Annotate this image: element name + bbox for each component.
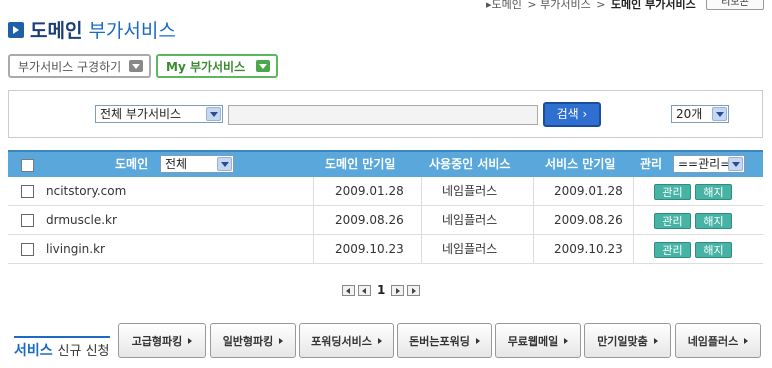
service-type-value: 전체 부가서비스 [100, 107, 182, 121]
page-title-sub: 부가서비스 [88, 20, 176, 42]
pagination: 1 [342, 283, 421, 297]
service-button-paid-forwarding[interactable]: 돈버는포워딩 [397, 323, 492, 358]
arrow-right-icon [475, 337, 480, 344]
row-domain[interactable]: ncitstory.com [46, 177, 126, 205]
row-domain[interactable]: drmuscle.kr [46, 206, 117, 234]
current-page[interactable]: 1 [374, 283, 388, 297]
col-domain: 도메인 [115, 157, 149, 171]
remote-label: 리모콘 [721, 0, 749, 8]
row-service: 네임플러스 [442, 184, 498, 198]
tab-my-addons-label: My 부가서비스 [166, 59, 246, 74]
prev-page-icon[interactable] [358, 284, 371, 296]
manage-action-select[interactable]: ==관리== [673, 155, 745, 173]
chevron-down-icon [256, 60, 270, 72]
tab-my-addons[interactable]: My 부가서비스 [156, 54, 278, 78]
service-button-label: 돈버는포워딩 [409, 334, 470, 348]
service-button-free-webmail[interactable]: 무료웹메일 [495, 323, 581, 358]
arrow-right-icon [8, 21, 24, 38]
page-title: 도메인 부가서비스 [8, 16, 176, 43]
row-checkbox[interactable] [21, 214, 34, 227]
remote-button[interactable]: 리모콘 [706, 0, 764, 10]
row-domain-expiry: 2009.08.26 [335, 213, 404, 227]
row-service-expiry: 2009.01.28 [554, 184, 623, 198]
domain-filter-select[interactable]: 전체 [160, 155, 234, 173]
service-button-premium-parking[interactable]: 고급형파킹 [118, 323, 206, 358]
tab-browse-addons-label: 부가서비스 구경하기 [18, 59, 122, 74]
row-cancel-button[interactable]: 해지 [695, 212, 732, 229]
row-manage-button[interactable]: 관리 [654, 183, 691, 200]
breadcrumb-item-addon[interactable]: > 부가서비스 [527, 0, 590, 11]
col-service-expiry: 서비스 만기일 [545, 157, 616, 171]
select-all-checkbox[interactable] [21, 159, 34, 172]
row-service: 네임플러스 [442, 213, 498, 227]
row-checkbox[interactable] [21, 243, 34, 256]
search-input[interactable] [228, 105, 538, 125]
service-button-label: 만기일맞춤 [597, 334, 648, 348]
service-button-label: 고급형파킹 [131, 334, 183, 348]
row-service: 네임플러스 [442, 242, 498, 256]
table-header: 도메인 전체 도메인 만기일 사용중인 서비스 서비스 만기일 관리 ==관리=… [8, 150, 763, 177]
page-size-value: 20개 [676, 107, 703, 121]
row-service-expiry: 2009.10.23 [554, 242, 623, 256]
last-page-icon[interactable] [407, 284, 421, 296]
service-button-forwarding[interactable]: 포워딩서비스 [299, 323, 394, 358]
row-domain-expiry: 2009.01.28 [335, 184, 404, 198]
chevron-down-icon [217, 157, 232, 171]
service-button-basic-parking[interactable]: 일반형파킹 [210, 323, 296, 358]
domain-filter-value: 전체 [165, 157, 188, 171]
search-panel: 전체 부가서비스 검색 › 20개 [8, 90, 763, 138]
service-button-label: 무료웹메일 [507, 334, 559, 348]
chevron-down-icon [728, 157, 743, 171]
chevron-down-icon [129, 60, 143, 72]
arrow-right-icon [377, 337, 382, 344]
breadcrumb-item-domain[interactable]: ▸도메인 [486, 0, 522, 11]
service-button-label: 일반형파킹 [222, 334, 274, 348]
page-size-select[interactable]: 20개 [671, 105, 729, 123]
col-manage: 관리 [640, 157, 663, 171]
row-service-expiry: 2009.08.26 [554, 213, 623, 227]
chevron-down-icon [206, 107, 221, 121]
row-cancel-button[interactable]: 해지 [695, 241, 732, 258]
breadcrumb-current: 도메인 부가서비스 [610, 0, 696, 11]
search-button[interactable]: 검색 › [543, 102, 601, 127]
row-domain[interactable]: livingin.kr [46, 235, 105, 263]
search-button-label: 검색 [556, 107, 579, 121]
col-domain-expiry: 도메인 만기일 [325, 157, 396, 171]
arrow-right-icon [653, 337, 658, 344]
table-row: drmuscle.kr 2009.08.26 네임플러스 2009.08.26 … [8, 206, 763, 235]
new-service-title: 서비스 신규 신청 [14, 336, 110, 360]
arrow-right-icon [279, 337, 284, 344]
chevron-down-icon [712, 107, 727, 121]
first-page-icon[interactable] [342, 284, 355, 296]
arrow-right-icon [564, 337, 569, 344]
breadcrumb: ▸도메인 > 부가서비스 > 도메인 부가서비스 [486, 0, 698, 12]
row-checkbox[interactable] [21, 185, 34, 198]
table-row: ncitstory.com 2009.01.28 네임플러스 2009.01.2… [8, 177, 763, 206]
row-manage-button[interactable]: 관리 [654, 241, 691, 258]
table-row: livingin.kr 2009.10.23 네임플러스 2009.10.23 … [8, 235, 763, 264]
arrow-right-icon [744, 337, 749, 344]
next-page-icon[interactable] [391, 284, 405, 296]
page-title-main: 도메인 [30, 20, 83, 42]
service-type-select[interactable]: 전체 부가서비스 [95, 105, 223, 123]
row-domain-expiry: 2009.10.23 [335, 242, 404, 256]
row-manage-button[interactable]: 관리 [654, 212, 691, 229]
new-service-title-bold: 서비스 [14, 343, 53, 359]
service-button-nameplus[interactable]: 네임플러스 [675, 323, 761, 358]
arrow-right-icon [188, 337, 193, 344]
service-button-expiry-match[interactable]: 만기일맞춤 [584, 323, 671, 358]
service-button-label: 포워딩서비스 [311, 334, 372, 348]
service-button-label: 네임플러스 [687, 334, 739, 348]
new-service-title-thin: 신규 신청 [57, 344, 110, 359]
breadcrumb-sep: > [596, 0, 606, 11]
tab-browse-addons[interactable]: 부가서비스 구경하기 [8, 54, 151, 78]
row-cancel-button[interactable]: 해지 [695, 183, 732, 200]
col-service-in-use: 사용중인 서비스 [429, 157, 511, 171]
